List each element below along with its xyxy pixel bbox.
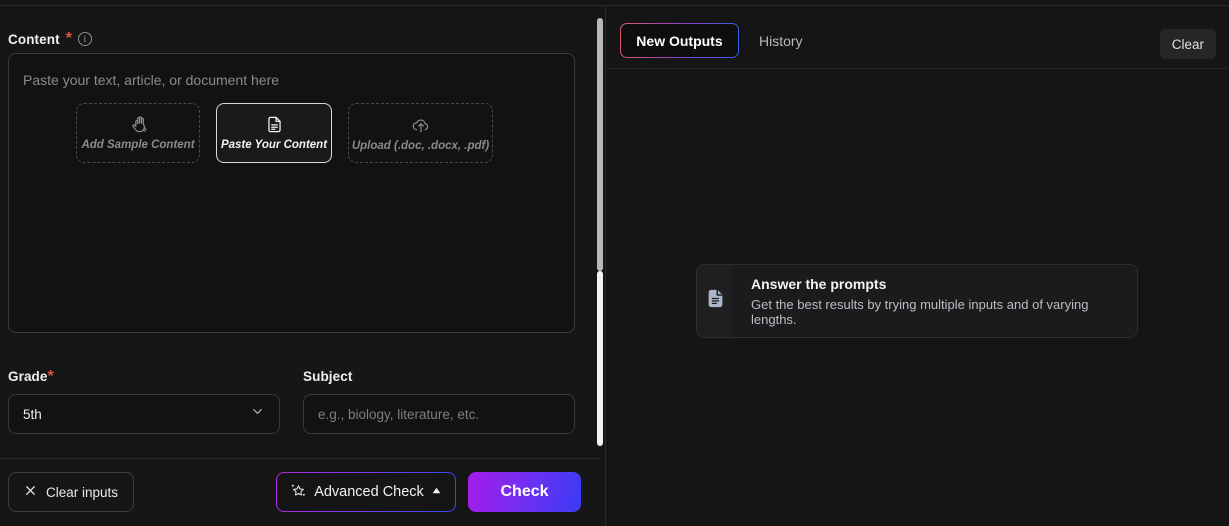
grade-select[interactable]: 5th bbox=[8, 394, 280, 434]
magic-sparkle-star-icon bbox=[290, 482, 307, 503]
upload-file-button[interactable]: Upload (.doc, .docx, .pdf) bbox=[348, 103, 493, 163]
tab-history[interactable]: History bbox=[745, 23, 817, 58]
content-source-buttons: Add Sample Content Paste Your Content Up… bbox=[76, 103, 493, 163]
scrollbar-thumb-lower[interactable] bbox=[597, 271, 603, 446]
check-button[interactable]: Check bbox=[468, 472, 581, 512]
empty-state-subtitle: Get the best results by trying multiple … bbox=[751, 296, 1089, 327]
grade-field-group: Grade* 5th bbox=[8, 368, 280, 434]
info-circle-icon[interactable]: i bbox=[77, 32, 92, 46]
content-required-asterisk: * bbox=[65, 30, 72, 47]
grade-required-asterisk: * bbox=[47, 368, 54, 385]
document-lines-icon bbox=[705, 288, 726, 314]
document-lines-icon bbox=[265, 115, 284, 134]
cloud-upload-icon bbox=[411, 115, 431, 135]
output-header-divider bbox=[606, 68, 1229, 69]
chevron-down-icon bbox=[250, 404, 265, 424]
advanced-check-label: Advanced Check bbox=[314, 484, 424, 500]
empty-state-card: Answer the prompts Get the best results … bbox=[696, 264, 1138, 338]
waving-hand-icon bbox=[129, 115, 148, 134]
clear-inputs-label: Clear inputs bbox=[46, 484, 119, 500]
input-panel: Content * i Paste your text, article, or… bbox=[0, 6, 600, 526]
caret-up-icon bbox=[431, 484, 442, 500]
tab-new-outputs[interactable]: New Outputs bbox=[620, 23, 739, 58]
subject-label-row: Subject bbox=[303, 368, 575, 386]
close-x-icon bbox=[24, 484, 37, 500]
scrollbar-thumb-upper[interactable] bbox=[597, 18, 603, 271]
empty-state-title: Answer the prompts bbox=[751, 275, 887, 292]
app-root: Content * i Paste your text, article, or… bbox=[0, 0, 1229, 526]
clear-inputs-button[interactable]: Clear inputs bbox=[8, 472, 135, 512]
left-panel-scrollbar[interactable] bbox=[597, 18, 603, 446]
output-panel-header: New Outputs History Clear bbox=[606, 6, 1229, 64]
empty-state-text: Answer the prompts Get the best results … bbox=[733, 276, 1137, 327]
output-panel: New Outputs History Clear Answer the pro… bbox=[606, 6, 1229, 526]
grade-label-row: Grade* bbox=[8, 368, 280, 386]
content-textarea-placeholder: Paste your text, article, or document he… bbox=[23, 72, 280, 88]
subject-label: Subject bbox=[303, 369, 353, 384]
clear-outputs-button[interactable]: Clear bbox=[1159, 29, 1216, 59]
grade-label: Grade bbox=[8, 369, 48, 384]
grade-selected-value: 5th bbox=[23, 406, 42, 422]
subject-input[interactable]: e.g., biology, literature, etc. bbox=[303, 394, 575, 434]
content-label: Content bbox=[8, 31, 60, 47]
subject-input-placeholder: e.g., biology, literature, etc. bbox=[318, 406, 480, 422]
empty-state-icon-strip bbox=[697, 265, 733, 337]
paste-your-content-button[interactable]: Paste Your Content bbox=[216, 103, 332, 163]
paste-your-content-label: Paste Your Content bbox=[220, 139, 328, 151]
tab-new-outputs-label: New Outputs bbox=[636, 32, 723, 49]
upload-file-label: Upload (.doc, .docx, .pdf) bbox=[351, 139, 490, 152]
content-label-row: Content * i bbox=[8, 30, 92, 48]
subject-field-group: Subject e.g., biology, literature, etc. bbox=[303, 368, 575, 434]
content-textarea[interactable]: Paste your text, article, or document he… bbox=[8, 53, 575, 333]
add-sample-content-button[interactable]: Add Sample Content bbox=[76, 103, 200, 163]
advanced-check-button[interactable]: Advanced Check bbox=[276, 472, 456, 512]
add-sample-content-label: Add Sample Content bbox=[81, 139, 195, 151]
